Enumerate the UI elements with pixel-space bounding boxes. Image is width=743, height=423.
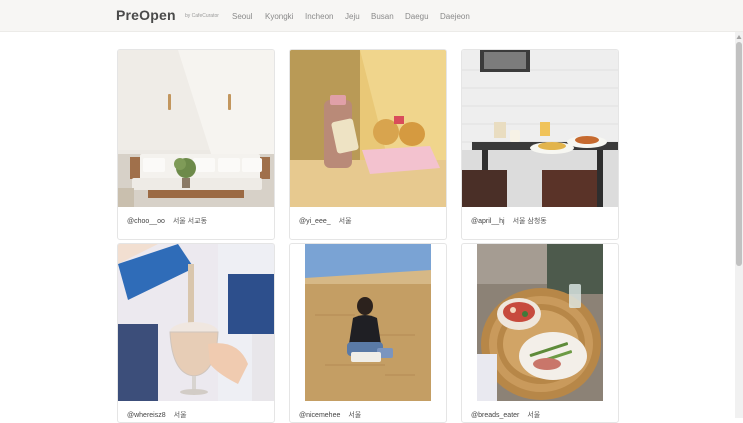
card-caption: @choo__oo 서울 서교동 [127,216,207,226]
nav-link-jeju[interactable]: Jeju [345,12,360,21]
nav-link-kyongki[interactable]: Kyongki [265,12,293,21]
card-username[interactable]: @choo__oo [127,218,165,225]
cafe-card[interactable]: @yi_eee_ 서울 [289,49,447,240]
nav-link-incheon[interactable]: Incheon [305,12,333,21]
cafe-card[interactable]: @nicemehee 서울 [289,243,447,423]
card-username[interactable]: @april__hj [471,218,505,225]
card-caption: @nicemehee 서울 [299,410,361,420]
nav-link-daejeon[interactable]: Daejeon [440,12,470,21]
cafe-card[interactable]: @april__hj 서울 삼청동 [461,49,619,240]
cafe-card[interactable]: @choo__oo 서울 서교동 [117,49,275,240]
card-caption: @breads_eater 서울 [471,410,540,420]
cafe-photo-field-portrait[interactable] [305,244,431,401]
top-navbar: PreOpen by CafeCurator Seoul Kyongki Inc… [0,0,743,32]
cafe-photo-milk-and-bread[interactable] [290,50,446,207]
card-caption: @yi_eee_ 서울 [299,216,352,226]
cafe-card[interactable]: @breads_eater 서울 [461,243,619,423]
scrollbar-thumb[interactable] [736,42,742,266]
scroll-up-arrow-icon[interactable] [736,34,742,40]
nav-link-daegu[interactable]: Daegu [405,12,429,21]
card-caption: @whereisz8 서울 [127,410,187,420]
card-username[interactable]: @yi_eee_ [299,218,331,225]
cafe-photo-salad-bowl[interactable] [477,244,603,401]
cafe-card[interactable]: @whereisz8 서울 [117,243,275,423]
card-caption: @april__hj 서울 삼청동 [471,216,547,226]
cafe-photo-interior[interactable] [118,50,274,207]
card-location: 서울 [338,218,352,225]
brand-byline: by CafeCurator [185,13,219,19]
card-location: 서울 서교동 [172,218,208,225]
nav-link-busan[interactable]: Busan [371,12,394,21]
brand-logo[interactable]: PreOpen [116,7,176,23]
card-location: 서울 삼청동 [512,218,547,225]
cafe-photo-brunch-table[interactable] [462,50,618,207]
cafe-photo-pouring-milk[interactable] [118,244,274,401]
nav-link-seoul[interactable]: Seoul [232,12,252,21]
